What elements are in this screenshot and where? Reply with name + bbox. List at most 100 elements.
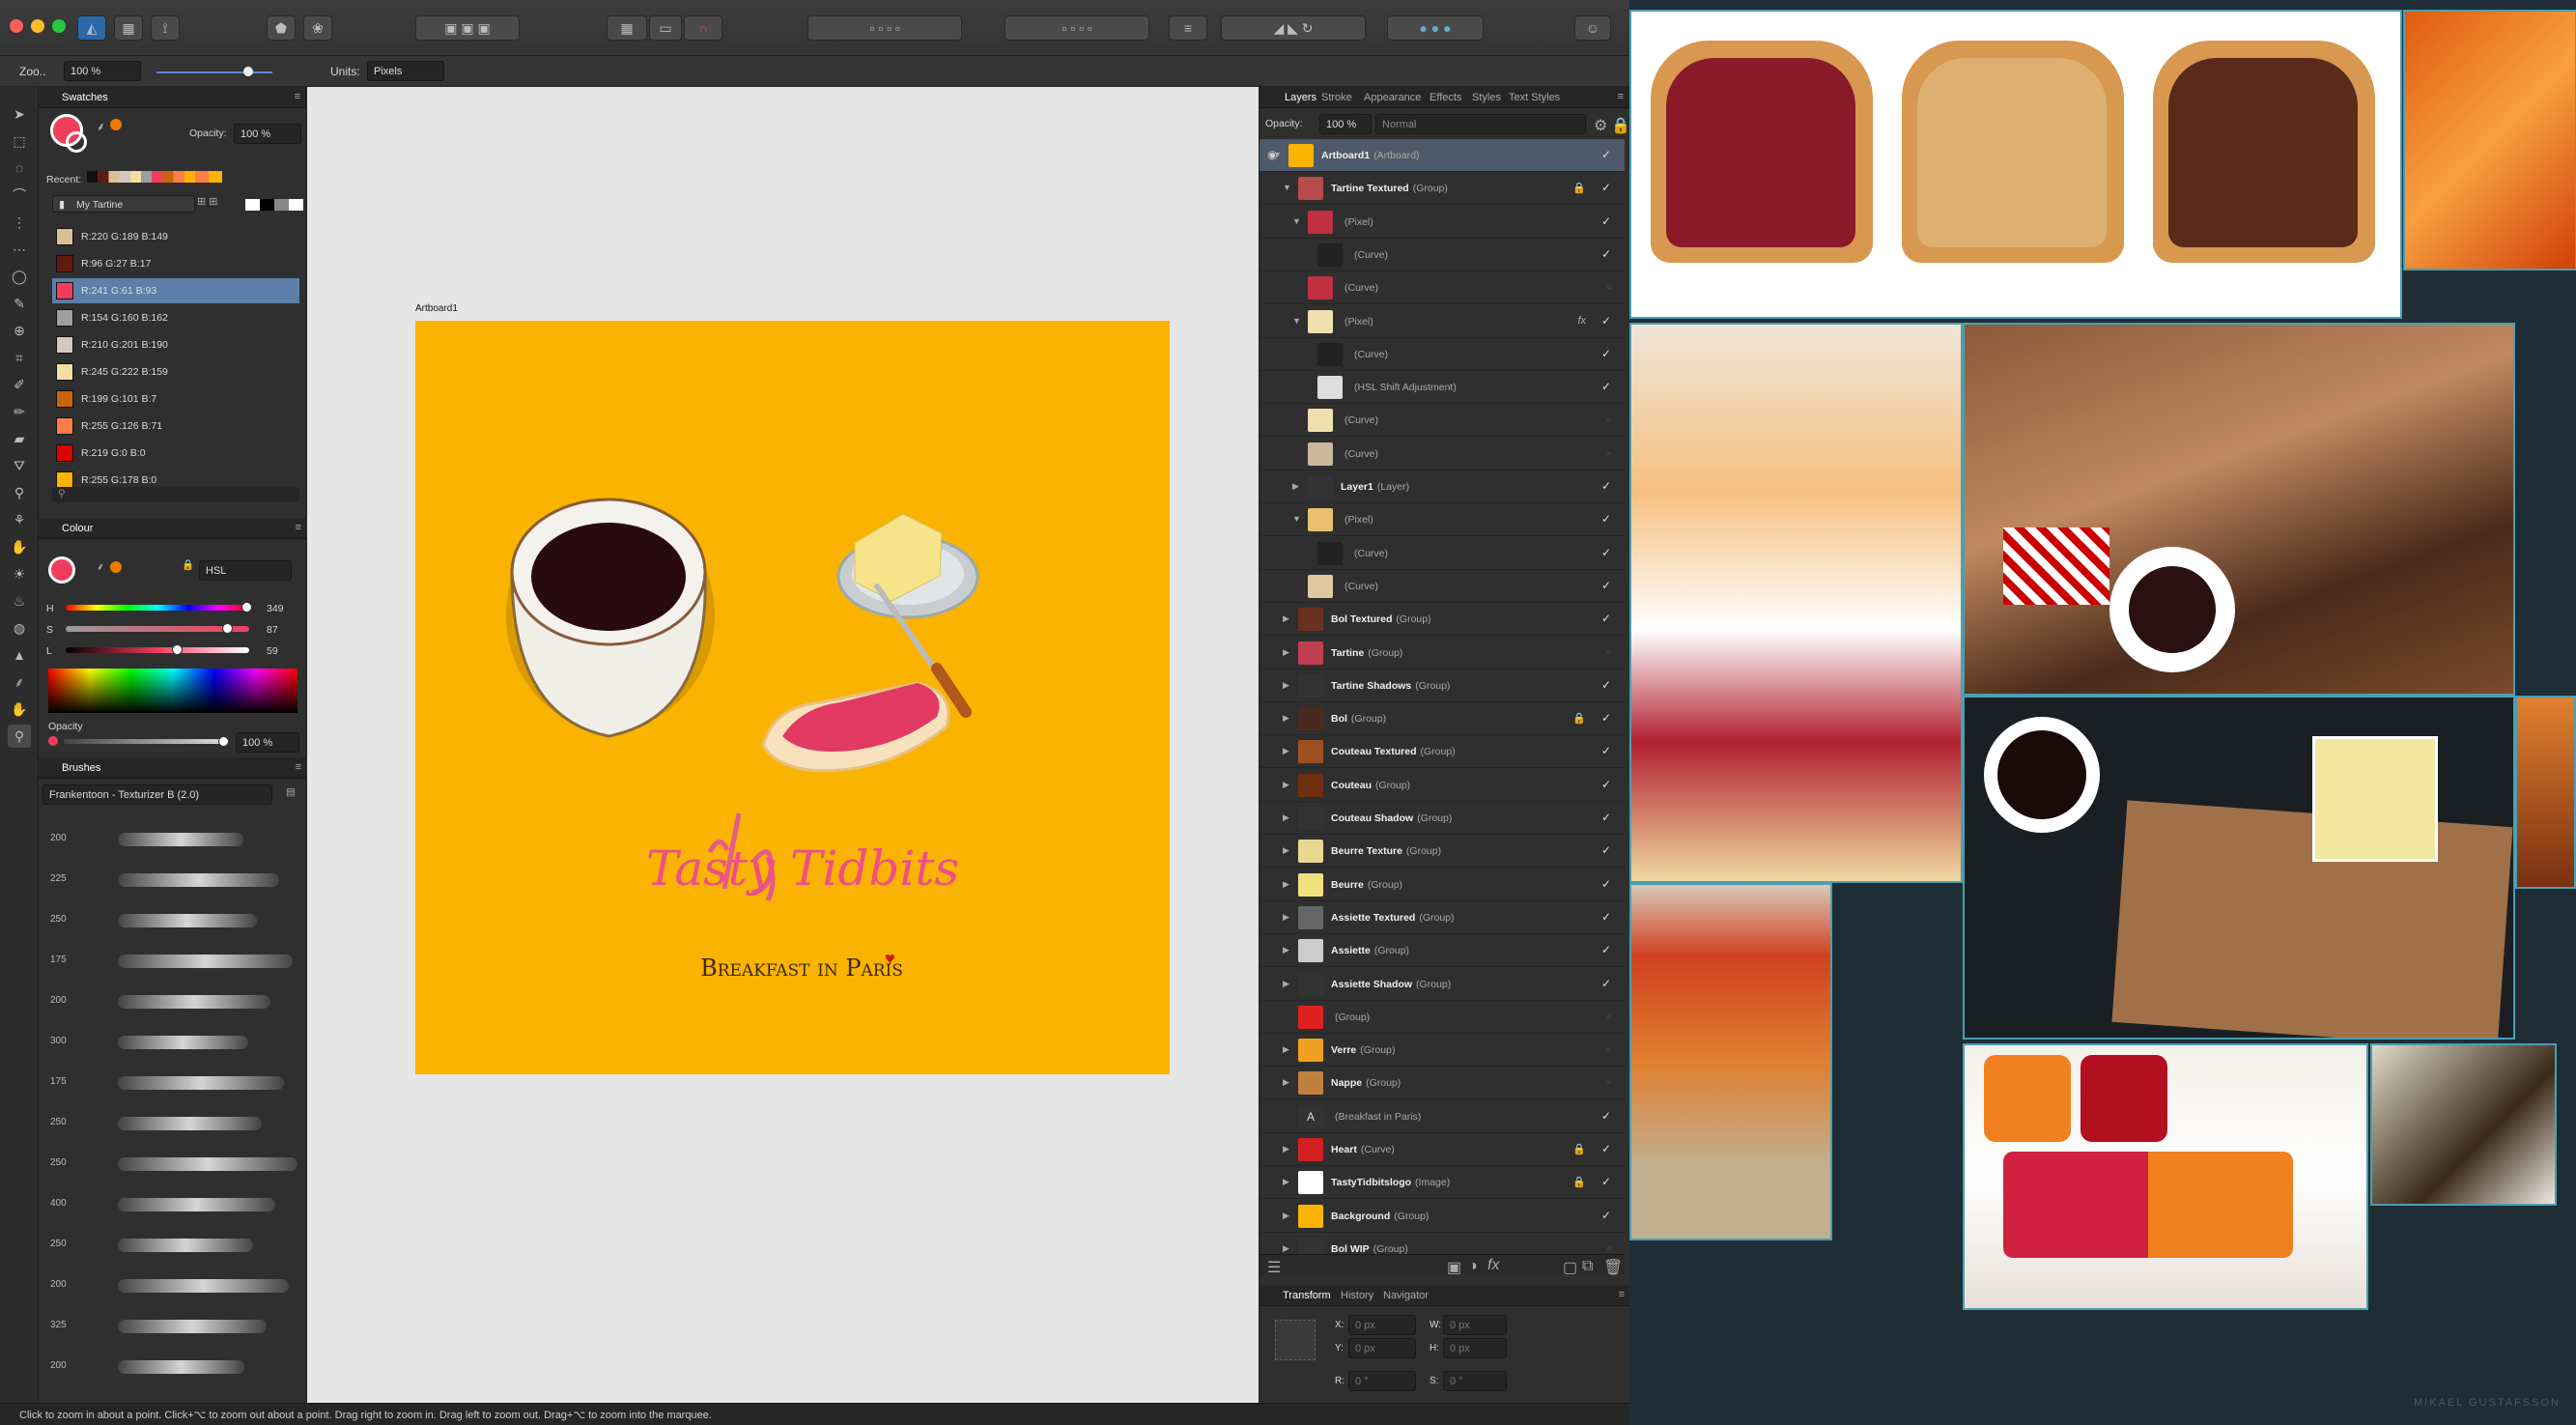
zoom-window-button[interactable] [52,19,66,33]
layer-row[interactable]: ▶ TastyTidbitslogo (Image) 🔒 ✓ [1260,1166,1625,1200]
disclosure-arrow-icon[interactable]: ▶ [1283,812,1289,823]
visibility-checkbox[interactable]: ✓ [1601,778,1611,791]
swatch-row[interactable]: R:154 G:160 B:162 [52,305,299,330]
zoom-tool-icon[interactable]: ⚲ [8,725,31,748]
visibility-checkbox[interactable]: ✓ [1601,811,1611,824]
minimize-window-button[interactable] [31,19,44,33]
tab-stroke[interactable]: Stroke [1321,92,1352,103]
hue-slider-thumb[interactable] [241,602,252,613]
jam-toast-plate-photo[interactable] [1963,1043,2368,1310]
brush-item[interactable]: 325 [50,1312,301,1341]
visibility-checkbox[interactable]: ✓ [1601,479,1611,493]
disclosure-arrow-icon[interactable]: ▼ [1273,150,1282,159]
brush-item[interactable]: 200 [50,987,301,1016]
trash-icon[interactable]: 🗑 [1603,1258,1623,1277]
layer-row[interactable]: (HSL Shift Adjustment) ✓ [1260,371,1625,405]
coffee-bread-photo[interactable] [2370,1043,2557,1206]
s-value[interactable]: 87 [267,624,278,636]
visibility-checkbox[interactable]: ✓ [1601,347,1611,360]
rotation-field[interactable]: 0 ° [1348,1371,1416,1391]
stroke-color-swatch[interactable] [66,131,87,153]
sharpen-tool-icon[interactable]: ▲ [8,643,31,667]
arrange-group[interactable]: ▫ ▫ ▫ ▫ [807,15,962,41]
tab-brushes[interactable]: Brushes [62,762,100,774]
adjustment-icon[interactable]: ◑ [1468,1258,1478,1275]
layer-row[interactable]: ▶ Assiette Textured (Group) ✓ [1260,901,1625,934]
lock-icon[interactable]: 🔒 [1572,1176,1586,1188]
layers-menu-icon[interactable]: ≡ [1618,91,1624,102]
user-icon[interactable]: ☺ [1574,15,1611,41]
l-value[interactable]: 59 [267,645,278,657]
disclosure-arrow-icon[interactable]: ▶ [1283,845,1289,856]
saturation-slider-thumb[interactable] [222,623,233,634]
layer-row[interactable]: (Curve) ✓ [1260,239,1625,271]
disclosure-arrow-icon[interactable]: ▶ [1283,746,1289,756]
boolean-group[interactable]: ● ● ● [1387,15,1484,41]
layer-row[interactable]: ▶ Bol Textured (Group) ✓ [1260,603,1625,637]
visibility-checkbox[interactable]: ✓ [1601,877,1611,891]
layer-row[interactable]: (Curve) ✓ [1260,537,1625,570]
visibility-checkbox[interactable]: ✓ [1601,247,1611,261]
brush-item[interactable]: 250 [50,1109,301,1138]
toast-trio-photo[interactable] [1629,10,2402,319]
transform-menu-icon[interactable]: ≡ [1619,1289,1625,1300]
disclosure-arrow-icon[interactable]: ▶ [1283,613,1289,624]
disclosure-arrow-icon[interactable]: ▶ [1283,1211,1289,1221]
group-icon[interactable]: ⧉ [1582,1258,1593,1275]
brush-item[interactable]: 400 [50,1190,301,1219]
visibility-checkbox[interactable]: ▫ [1607,1075,1611,1089]
canvas-area[interactable]: Artboard1 Tasty Tidbits Breakfast in Par… [307,87,1259,1403]
disclosure-arrow-icon[interactable]: ▶ [1283,1144,1289,1154]
row-marquee-icon[interactable]: ⋯ [8,238,31,261]
color-picker-icon[interactable]: ⸙ [97,118,105,134]
flood-select-icon[interactable]: ✎ [8,292,31,315]
zoom-magnifier-icon[interactable]: ⚲ [8,481,31,504]
h-field[interactable]: 0 px [1443,1338,1507,1358]
none-black-white-swatches[interactable] [245,199,303,211]
jam-jar-photo[interactable] [1629,883,1832,1240]
h-value[interactable]: 349 [267,603,284,614]
brushes-menu-icon[interactable]: ≡ [296,761,301,773]
visibility-checkbox[interactable]: ✓ [1601,214,1611,228]
visibility-checkbox[interactable]: ✓ [1601,744,1611,757]
move-tool-icon[interactable]: ➤ [8,102,31,126]
swatch-search-input[interactable]: ⚲ [52,487,299,502]
visibility-checkbox[interactable]: ✓ [1601,579,1611,592]
recent-colors-strip[interactable] [87,171,222,183]
visibility-checkbox[interactable]: ✓ [1601,546,1611,559]
selection-brush-icon[interactable]: ◯ [8,265,31,288]
jam-breakfast-photo[interactable] [1629,323,1963,883]
zoom-slider[interactable] [156,71,272,73]
layer-row[interactable]: ▼ Tartine Textured (Group) 🔒 ✓ [1260,172,1625,206]
colour-fill-swatch[interactable] [48,556,75,584]
layer-row[interactable]: ▶ Tartine Shadows (Group) ✓ [1260,670,1625,702]
tab-appearance[interactable]: Appearance [1364,92,1421,103]
shear-field[interactable]: 0 ° [1443,1371,1507,1391]
add-layer-icon[interactable]: ▢ [1563,1258,1577,1277]
lock-icon[interactable]: 🔒 [182,558,194,571]
disclosure-arrow-icon[interactable]: ▼ [1292,216,1301,226]
visibility-checkbox[interactable]: ✓ [1601,380,1611,393]
visibility-checkbox[interactable]: ✓ [1601,977,1611,990]
lock-icon[interactable]: 🔒 [1572,712,1586,725]
layer-row[interactable]: ▶ Bol (Group) 🔒 ✓ [1260,702,1625,736]
disclosure-arrow-icon[interactable]: ▶ [1283,680,1289,691]
visibility-checkbox[interactable]: ▫ [1607,645,1611,659]
layer-row[interactable]: ▶ Assiette Shadow (Group) ✓ [1260,968,1625,1001]
x-field[interactable]: 0 px [1348,1315,1416,1335]
brush-item[interactable]: 250 [50,906,301,935]
layer-row[interactable]: ▶ Heart (Curve) 🔒 ✓ [1260,1133,1625,1166]
layer-row[interactable]: ▶ Beurre Texture (Group) ✓ [1260,835,1625,869]
layer-row[interactable]: ▶ Tartine (Group) ▫ [1260,637,1625,670]
palette-dropdown[interactable]: ▮ My Tartine [52,195,195,213]
swatch-row[interactable]: R:96 G:27 B:17 [52,251,299,276]
colour-opacity-slider[interactable] [64,739,226,744]
grid-icon[interactable]: ▦ [607,15,647,41]
visibility-checkbox[interactable]: ✓ [1601,181,1611,194]
layer-row[interactable]: ▼ (Pixel) ✓ [1260,206,1625,239]
align-menu-icon[interactable]: ≡ [1169,15,1207,41]
eyedropper-icon[interactable]: ⸙ [8,670,31,694]
disclosure-arrow-icon[interactable]: ▶ [1283,1243,1289,1254]
visibility-checkbox[interactable]: ✓ [1601,678,1611,692]
designer-persona-icon[interactable]: ◭ [77,15,106,41]
